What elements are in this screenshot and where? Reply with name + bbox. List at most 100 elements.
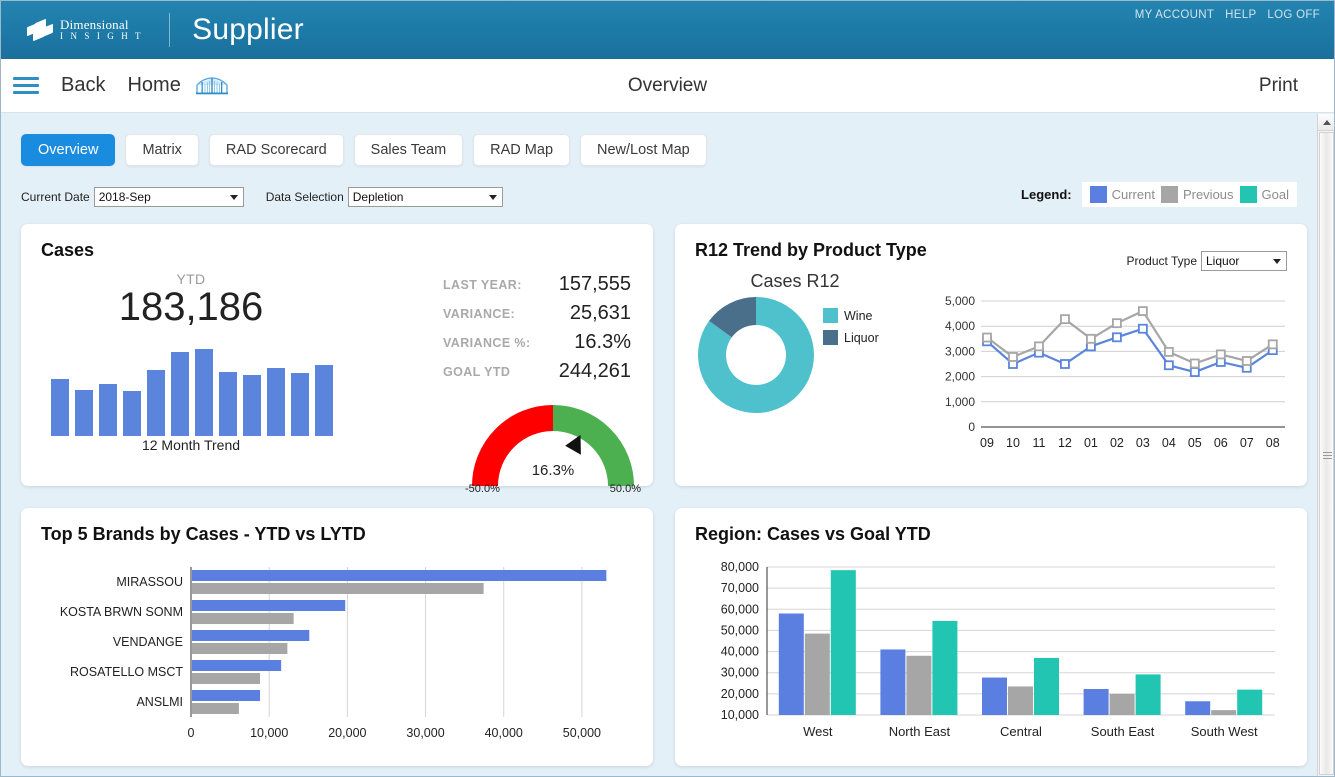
trend-bar (291, 373, 309, 436)
metric-row: VARIANCE: 25,631 (443, 300, 631, 327)
tab-rad-scorecard[interactable]: RAD Scorecard (209, 134, 344, 166)
y-axis-tick-label: 50,000 (721, 623, 759, 637)
vertical-bar (1185, 701, 1210, 715)
product-type-value: Liquor (1206, 254, 1239, 268)
log-off-link[interactable]: LOG OFF (1267, 9, 1320, 21)
legend-swatch-goal (1240, 186, 1257, 203)
current-date-select[interactable]: 2018-Sep (94, 187, 244, 207)
cases-summary: YTD 183,186 12 Month Trend (41, 261, 441, 491)
line-data-point (1191, 368, 1199, 376)
hamburger-menu-icon[interactable] (13, 73, 39, 98)
horizontal-bar (192, 690, 260, 701)
cases-ytd-value: 183,186 (41, 285, 341, 330)
line-data-point (1087, 335, 1095, 343)
x-axis-tick-label: 10 (1006, 436, 1020, 450)
trend-bar (219, 372, 237, 436)
print-button[interactable]: Print (1259, 75, 1298, 97)
trend-bar (243, 375, 261, 436)
line-data-point (1139, 325, 1147, 333)
category-label: VENDANGE (113, 635, 183, 649)
trend-bar (315, 365, 333, 436)
cases-metrics-and-gauge: LAST YEAR: 157,555 VARIANCE: 25,631 VARI… (441, 261, 633, 491)
donut-legend: Wine Liquor (823, 308, 879, 352)
vertical-bar (880, 649, 905, 715)
brands-chart-area: 010,00020,00030,00040,00050,000MIRASSOUK… (41, 557, 633, 762)
legend-title: Legend: (1021, 187, 1072, 202)
x-axis-tick-label: 0 (188, 726, 195, 740)
legend-label-previous: Previous (1183, 187, 1234, 202)
donut-label-wine: Wine (844, 309, 872, 323)
legend-label-goal: Goal (1262, 187, 1289, 202)
data-selection-select[interactable]: Depletion (348, 187, 503, 207)
category-label: MIRASSOU (116, 575, 183, 589)
metric-value-variance: 25,631 (547, 300, 631, 327)
x-axis-tick-label: 10,000 (250, 726, 288, 740)
x-axis-tick-label: 05 (1188, 436, 1202, 450)
r12-line-chart: 01,0002,0003,0004,0005,00009101112010203… (923, 293, 1293, 468)
horizontal-bar (192, 660, 281, 671)
line-data-point (1269, 340, 1277, 348)
category-label: ANSLMI (136, 695, 183, 709)
chevron-down-icon (230, 195, 238, 200)
horizontal-bar (192, 630, 309, 641)
horizontal-bar (192, 613, 294, 624)
legend-label-current: Current (1112, 187, 1155, 202)
trend-bar (75, 390, 93, 436)
tab-rad-map[interactable]: RAD Map (473, 134, 570, 166)
y-axis-tick-label: 10,000 (721, 708, 759, 722)
trend-bar (51, 379, 69, 436)
vertical-bar (906, 656, 931, 715)
category-label: South East (1091, 724, 1155, 739)
x-axis-tick-label: 02 (1110, 436, 1124, 450)
horizontal-bar (192, 600, 345, 611)
vertical-bar (1008, 686, 1033, 715)
line-data-point (1061, 360, 1069, 368)
category-label: Central (1000, 724, 1042, 739)
scroll-up-button[interactable] (1318, 114, 1335, 131)
region-chart-area: 10,00020,00030,00040,00050,00060,00070,0… (695, 555, 1287, 760)
tab-matrix[interactable]: Matrix (125, 134, 198, 166)
line-data-point (1191, 359, 1199, 367)
vertical-bar (1136, 674, 1161, 715)
legend: Legend: Current Previous Goal (1021, 182, 1297, 207)
y-axis-tick-label: 40,000 (721, 645, 759, 659)
cases-card: Cases YTD 183,186 12 Month Trend LAST YE… (21, 224, 653, 486)
brand-logo[interactable]: Dimensional I N S I G H T (1, 18, 143, 41)
tab-new-lost-map[interactable]: New/Lost Map (580, 134, 707, 166)
metric-label-last-year: LAST YEAR: (443, 271, 545, 298)
legend-item-current: Current (1090, 186, 1155, 203)
bridge-icon[interactable] (195, 76, 229, 96)
my-account-link[interactable]: MY ACCOUNT (1135, 9, 1214, 21)
line-data-point (1061, 315, 1069, 323)
variance-gauge: 16.3% -50.0% 50.0% (463, 400, 643, 495)
line-data-point (1165, 348, 1173, 356)
line-data-point (1139, 307, 1147, 315)
category-label: South West (1191, 724, 1258, 739)
scrollbar-thumb[interactable] (1319, 132, 1334, 775)
product-type-select[interactable]: Liquor (1201, 251, 1287, 271)
help-link[interactable]: HELP (1225, 9, 1256, 21)
donut-section: Cases R12 Wine (695, 267, 895, 416)
horizontal-bar (192, 643, 287, 654)
line-data-point (1165, 361, 1173, 369)
horizontal-bar (192, 703, 239, 714)
current-date-label: Current Date (21, 190, 90, 204)
line-data-point (1113, 319, 1121, 327)
tab-overview[interactable]: Overview (21, 134, 115, 166)
dashboard-content: Overview Matrix RAD Scorecard Sales Team… (1, 114, 1317, 776)
region-title: Region: Cases vs Goal YTD (695, 524, 1287, 545)
home-button[interactable]: Home (127, 74, 180, 97)
metric-row: LAST YEAR: 157,555 (443, 271, 631, 298)
navigation-bar: Back Home Overview Print (1, 59, 1334, 113)
vertical-scrollbar[interactable] (1317, 114, 1334, 776)
y-axis-tick-label: 60,000 (721, 602, 759, 616)
tab-sales-team[interactable]: Sales Team (354, 134, 464, 166)
x-axis-tick-label: 01 (1084, 436, 1098, 450)
vertical-bar (831, 570, 856, 715)
vertical-bar (1110, 694, 1135, 715)
brands-title: Top 5 Brands by Cases - YTD vs LYTD (41, 524, 633, 545)
trend-bar (147, 370, 165, 436)
trend-bar (171, 352, 189, 436)
back-button[interactable]: Back (61, 74, 105, 97)
chevron-down-icon (489, 195, 497, 200)
